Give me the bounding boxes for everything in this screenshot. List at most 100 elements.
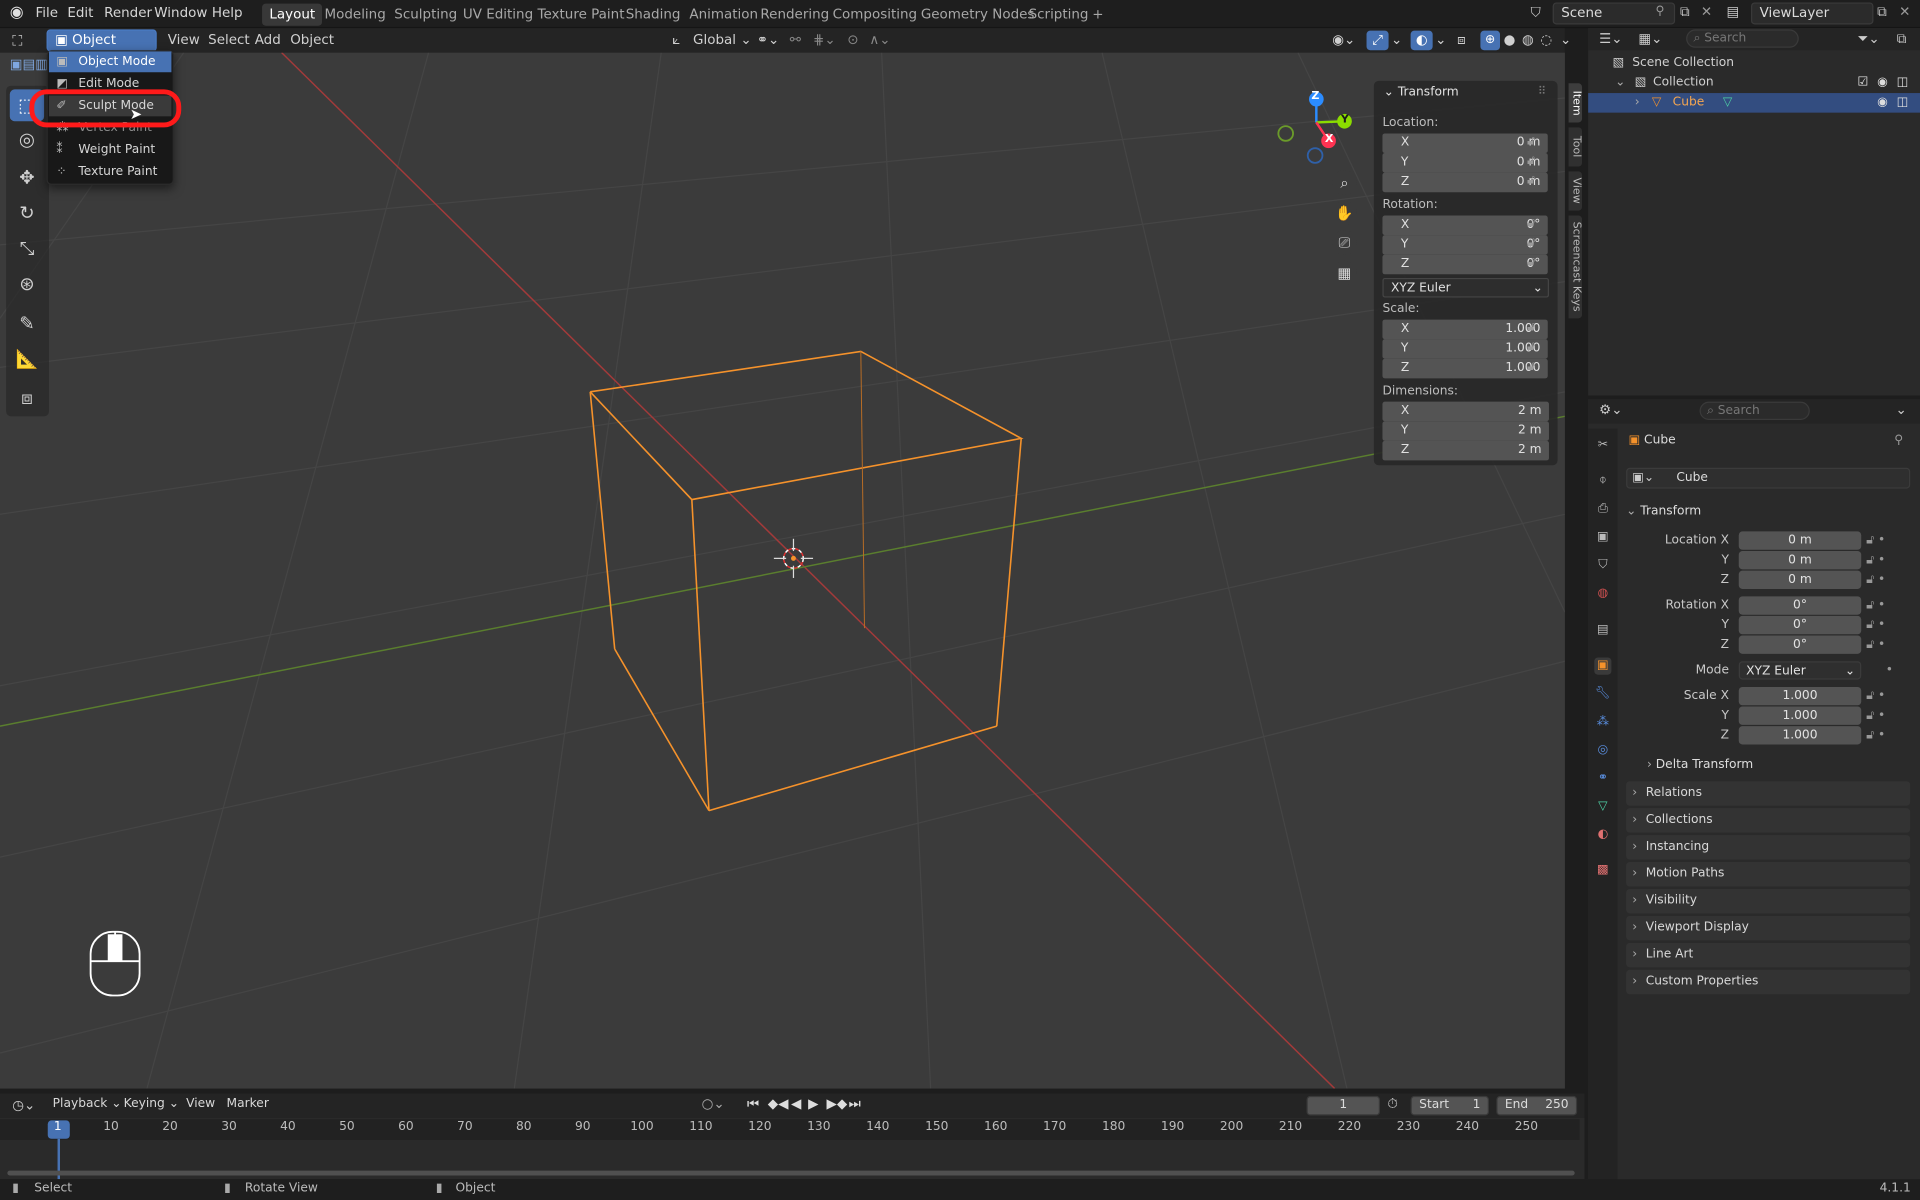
tab-shading[interactable]: Shading — [618, 4, 687, 26]
prop-rotation-z[interactable]: 0° — [1738, 635, 1862, 654]
timeline-menu-keying[interactable]: Keying ⌄ — [124, 1097, 179, 1110]
output-tab-icon[interactable]: ⎙ — [1594, 501, 1611, 518]
texture-tab-icon[interactable]: ▩ — [1594, 862, 1611, 879]
editor-type-icon[interactable]: ⛶ — [12, 32, 22, 50]
snap-target-icon[interactable]: ⋕⌄ — [813, 28, 836, 52]
lock-icon[interactable]: 🔓︎ — [1527, 236, 1535, 249]
timeline-menu-playback[interactable]: Playback ⌄ — [53, 1097, 122, 1110]
outliner-row-collection[interactable]: ⌄ ▧ Collection ☑ ◉ ◫ — [1588, 73, 1920, 93]
zoom-icon[interactable]: ⌕ — [1332, 170, 1357, 195]
prop-location-z[interactable]: 0 m — [1738, 570, 1862, 589]
lock-icon[interactable]: 🔓︎ • — [1866, 531, 1903, 551]
menu-item-weight-paint[interactable]: ⁑ Weight Paint — [49, 140, 171, 161]
measure-tool-icon[interactable]: 📐 — [10, 343, 44, 375]
rotation-y-field[interactable]: Y 0° — [1382, 235, 1548, 255]
lock-icon[interactable]: 🔓︎ • — [1866, 726, 1903, 746]
section-motion-paths[interactable]: › Motion Paths — [1626, 862, 1911, 887]
chevron-down-icon[interactable]: ⌄ — [1896, 402, 1907, 418]
next-keyframe-icon[interactable]: ▶◆ — [827, 1096, 848, 1112]
eye-icon[interactable]: ◉ — [1877, 93, 1888, 113]
lock-icon[interactable]: 🔓︎ • — [1866, 571, 1903, 591]
dimensions-z-field[interactable]: Z 2 m — [1382, 440, 1549, 461]
outliner-search[interactable]: ⌕ Search — [1686, 29, 1799, 48]
prev-keyframe-icon[interactable]: ◆◀ — [768, 1096, 789, 1112]
3d-viewport[interactable] — [0, 52, 1565, 1089]
shading-dropdown-icon[interactable]: ⌄ — [1560, 28, 1571, 52]
lock-icon[interactable]: 🔓︎ — [1527, 217, 1535, 230]
prop-location-x[interactable]: 0 m — [1738, 531, 1862, 550]
xray-icon[interactable]: ⧈ — [1457, 28, 1466, 52]
menu-file[interactable]: File — [36, 0, 59, 28]
section-collections[interactable]: › Collections — [1626, 808, 1911, 833]
tab-rendering[interactable]: Rendering — [753, 4, 836, 26]
lock-icon[interactable]: 🔓︎ • — [1866, 687, 1903, 707]
timeline-menu-view[interactable]: View — [186, 1097, 215, 1110]
scene-tab-icon[interactable]: ⛉ — [1594, 557, 1611, 574]
prop-scale-y[interactable]: 1.000 — [1738, 706, 1862, 725]
view-layer-icon[interactable]: ▤ — [1727, 4, 1740, 20]
camera-view-icon[interactable]: ⎚ — [1332, 230, 1357, 255]
drag-grip-icon[interactable]: ⠿ — [1538, 86, 1546, 98]
viewport-menu-view[interactable]: View — [168, 28, 200, 52]
sidebar-tab-item[interactable]: Item — [1568, 83, 1583, 123]
new-view-layer-icon[interactable]: ⧉ — [1877, 4, 1887, 21]
constraints-tab-icon[interactable]: ⚭ — [1594, 770, 1611, 787]
object-tab-icon[interactable]: ▣ — [1594, 657, 1612, 675]
render-tab-icon[interactable]: ⌽ — [1594, 473, 1611, 490]
pin-icon[interactable]: ⚲ — [1894, 433, 1903, 446]
checkbox-icon[interactable]: ☑ — [1858, 73, 1869, 93]
rotation-mode-dropdown[interactable]: XYZ Euler ⌄ — [1382, 277, 1549, 298]
new-collection-icon[interactable]: ⧉ — [1897, 31, 1907, 48]
tab-texture-paint[interactable]: Texture Paint — [530, 4, 632, 26]
pin-scene-icon[interactable]: ⚲ — [1656, 5, 1665, 18]
keyframe-dot-icon[interactable]: • — [1866, 661, 1903, 681]
delta-transform-section[interactable]: › Delta Transform — [1647, 758, 1753, 771]
scale-tool-icon[interactable]: ⤡ — [10, 233, 44, 265]
play-reverse-icon[interactable]: ◀ — [791, 1096, 801, 1112]
scale-y-field[interactable]: Y 1.000 — [1382, 339, 1548, 359]
object-name-field[interactable]: ▣⌄ Cube — [1626, 467, 1911, 489]
current-frame-field[interactable]: 1 — [1306, 1095, 1380, 1116]
solid-shading-icon[interactable]: ● — [1504, 28, 1516, 52]
tool-tab-icon[interactable]: ✂ — [1594, 437, 1611, 454]
falloff-icon[interactable]: ∧⌄ — [869, 28, 890, 52]
blender-logo-icon[interactable]: ◉ — [10, 4, 27, 22]
viewport-menu-select[interactable]: Select — [208, 28, 250, 52]
tab-sculpting[interactable]: Sculpting — [387, 4, 465, 26]
lock-icon[interactable]: 🔓︎ • — [1866, 551, 1903, 571]
lock-icon[interactable]: 🔓︎ • — [1866, 636, 1903, 656]
jump-end-icon[interactable]: ⏭ — [849, 1096, 861, 1113]
lock-icon[interactable]: 🔓︎ — [1527, 360, 1535, 373]
orientation-dropdown[interactable]: Global ⌄ — [693, 28, 752, 52]
outliner-row-scene-collection[interactable]: ▧ Scene Collection — [1588, 54, 1920, 74]
lock-icon[interactable]: 🔓︎ — [1527, 174, 1535, 187]
location-z-field[interactable]: Z0 m — [1382, 172, 1548, 193]
section-instancing[interactable]: › Instancing — [1626, 835, 1911, 860]
section-line-art[interactable]: › Line Art — [1626, 942, 1911, 968]
pivot-icon[interactable]: ⚭⌄ — [757, 28, 780, 52]
gizmo-toggle-icon[interactable]: ⤢ — [1366, 30, 1389, 51]
visibility-icon[interactable]: ◉⌄ — [1332, 28, 1355, 52]
lock-icon[interactable]: 🔓︎ • — [1866, 616, 1903, 636]
menu-item-object-mode[interactable]: ▣ Object Mode — [48, 51, 172, 73]
prop-scale-z[interactable]: 1.000 — [1738, 726, 1862, 745]
view-layer-field[interactable]: ViewLayer — [1751, 2, 1874, 25]
sidebar-tab-screencast-keys[interactable]: Screencast Keys — [1568, 215, 1583, 319]
section-custom-properties[interactable]: › Custom Properties — [1626, 969, 1911, 995]
mode-dropdown[interactable]: ▣ Object Mode ⌄ — [46, 29, 157, 67]
tab-layout[interactable]: Layout — [262, 3, 323, 26]
viewport-menu-add[interactable]: Add — [255, 28, 281, 52]
viewport-menu-object[interactable]: Object — [290, 28, 334, 52]
display-mode-icon[interactable]: ▦⌄ — [1638, 31, 1662, 47]
stopwatch-icon[interactable]: ⏱ — [1387, 1096, 1398, 1113]
cursor-tool-icon[interactable]: ◎ — [10, 124, 44, 156]
transform-section-header[interactable]: ⌄ Transform — [1626, 501, 1910, 523]
play-icon[interactable]: ▶ — [808, 1096, 818, 1112]
add-cube-tool-icon[interactable]: ⧈ — [10, 382, 44, 414]
lock-icon[interactable]: 🔓︎ • — [1866, 707, 1903, 727]
collection-tab-icon[interactable]: ▤ — [1594, 622, 1611, 639]
rotate-tool-icon[interactable]: ↻ — [10, 197, 44, 229]
prop-rotation-mode-dropdown[interactable]: XYZ Euler ⌄ — [1738, 661, 1862, 680]
end-frame-field[interactable]: End 250 — [1496, 1095, 1578, 1116]
menu-edit[interactable]: Edit — [67, 0, 93, 28]
